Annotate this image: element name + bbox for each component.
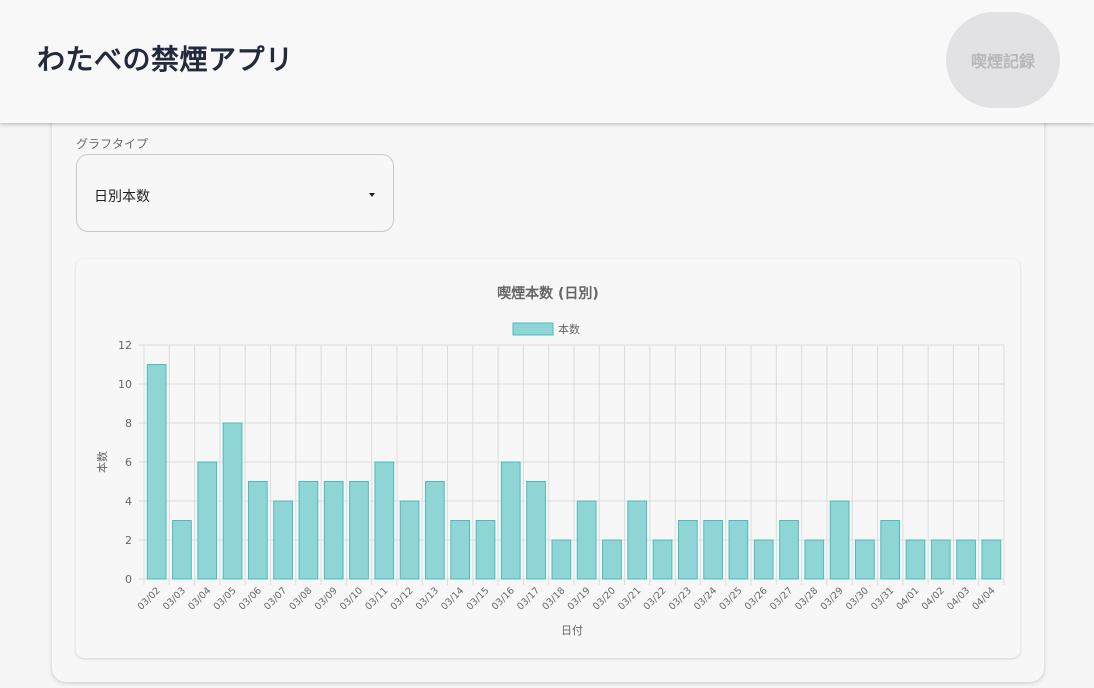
x-tick-label: 03/17 [515, 585, 542, 612]
x-tick-label: 03/10 [338, 585, 365, 612]
x-tick-label: 03/08 [287, 585, 314, 612]
x-tick-label: 03/23 [667, 585, 694, 612]
bar-03-26[interactable] [753, 539, 774, 580]
x-tick-label: 03/28 [793, 585, 820, 612]
x-tick-label: 03/20 [591, 585, 618, 612]
x-tick-label: 03/29 [819, 585, 846, 612]
bar-03-27[interactable] [779, 520, 799, 580]
graph-type-label: グラフタイプ [76, 137, 149, 151]
bar-03-16[interactable] [500, 461, 521, 580]
x-tick-label: 03/31 [869, 585, 896, 612]
y-tick-label: 6 [125, 456, 132, 469]
bar-03-22[interactable] [652, 539, 673, 580]
bar-03-21[interactable] [627, 500, 648, 580]
y-axis-label: 本数 [95, 451, 109, 473]
bar-03-15[interactable] [475, 520, 496, 580]
y-tick-label: 4 [125, 495, 132, 508]
bar-03-10[interactable] [349, 481, 369, 580]
x-tick-label: 03/06 [237, 585, 264, 612]
bar-04-03[interactable] [956, 539, 976, 580]
bar-03-07[interactable] [273, 500, 293, 580]
graph-type-value: 日別本数 [94, 189, 150, 205]
x-tick-label: 03/30 [844, 585, 871, 612]
bar-03-18[interactable] [551, 539, 572, 580]
x-tick-label: 03/14 [439, 585, 466, 612]
x-tick-label: 03/11 [363, 585, 390, 612]
x-tick-label: 03/12 [389, 585, 416, 612]
x-tick-label: 03/07 [262, 585, 289, 612]
x-tick-label: 03/21 [616, 585, 643, 612]
app-title: わたべの禁煙アプリ [37, 43, 294, 76]
bar-03-30[interactable] [855, 539, 875, 580]
bar-03-11[interactable] [374, 461, 395, 580]
x-tick-label: 04/03 [945, 585, 972, 612]
bar-03-20[interactable] [602, 539, 622, 580]
x-tick-label: 03/04 [186, 585, 213, 612]
bar-03-25[interactable] [728, 520, 749, 580]
y-tick-label: 2 [125, 534, 132, 547]
bar-03-29[interactable] [829, 500, 850, 580]
x-tick-label: 03/25 [717, 585, 744, 612]
chart-legend: 本数 [512, 322, 580, 336]
x-tick-label: 04/01 [894, 585, 921, 612]
x-tick-label: 03/27 [768, 585, 795, 612]
graph-type-select[interactable]: 日別本数 [76, 154, 394, 232]
bar-03-06[interactable] [247, 481, 268, 580]
y-tick-label: 12 [118, 339, 132, 352]
bar-03-05[interactable] [222, 422, 243, 580]
x-tick-label: 04/04 [970, 585, 997, 612]
x-tick-label: 03/26 [743, 585, 770, 612]
bar-03-04[interactable] [197, 461, 218, 580]
bar-03-12[interactable] [399, 500, 420, 580]
x-tick-label: 03/15 [464, 585, 491, 612]
x-axis-label: 日付 [561, 624, 583, 637]
x-tick-label: 03/09 [313, 585, 340, 612]
daily-smoking-chart: 喫煙本数 (日別) 本数 02468101203/0203/0303/0403/… [95, 285, 1005, 637]
app-bar: わたべの禁煙アプリ 喫煙記録 [0, 0, 1094, 123]
x-tick-label: 03/18 [540, 585, 567, 612]
bar-03-03[interactable] [172, 520, 192, 580]
x-tick-label: 03/24 [692, 585, 719, 612]
legend-swatch [512, 322, 554, 336]
bar-03-19[interactable] [576, 500, 597, 580]
bar-03-17[interactable] [526, 481, 546, 580]
chart-title: 喫煙本数 (日別) [497, 285, 599, 302]
x-tick-label: 03/02 [136, 585, 163, 612]
legend-label: 本数 [558, 322, 580, 336]
record-smoking-button[interactable]: 喫煙記録 [946, 12, 1060, 108]
bar-03-28[interactable] [804, 539, 825, 580]
x-tick-label: 03/13 [414, 585, 441, 612]
x-tick-label: 03/22 [642, 585, 669, 612]
bar-03-31[interactable] [880, 520, 901, 580]
y-tick-label: 10 [118, 378, 132, 391]
x-tick-label: 04/02 [920, 585, 947, 612]
x-tick-label: 03/19 [566, 585, 593, 612]
x-tick-label: 03/05 [212, 585, 239, 612]
bar-03-08[interactable] [298, 481, 319, 580]
bar-03-13[interactable] [425, 481, 445, 580]
bar-04-01[interactable] [905, 539, 926, 580]
bar-04-04[interactable] [981, 539, 1002, 580]
bar-03-09[interactable] [323, 481, 344, 580]
caret-down-icon [369, 193, 375, 197]
x-tick-label: 03/16 [490, 585, 517, 612]
y-tick-label: 8 [125, 417, 132, 430]
bar-03-23[interactable] [677, 520, 698, 580]
bar-03-24[interactable] [703, 520, 723, 580]
x-tick-label: 03/03 [161, 585, 188, 612]
chart-card: 喫煙本数 (日別) 本数 0 2 4 6 8 10 12 03/02 03/03 03/04 03/… [76, 259, 1020, 658]
y-tick-label: 0 [125, 573, 132, 586]
bar-03-02[interactable] [146, 364, 167, 580]
bar-04-02[interactable] [930, 539, 951, 580]
bar-03-14[interactable] [450, 520, 471, 580]
